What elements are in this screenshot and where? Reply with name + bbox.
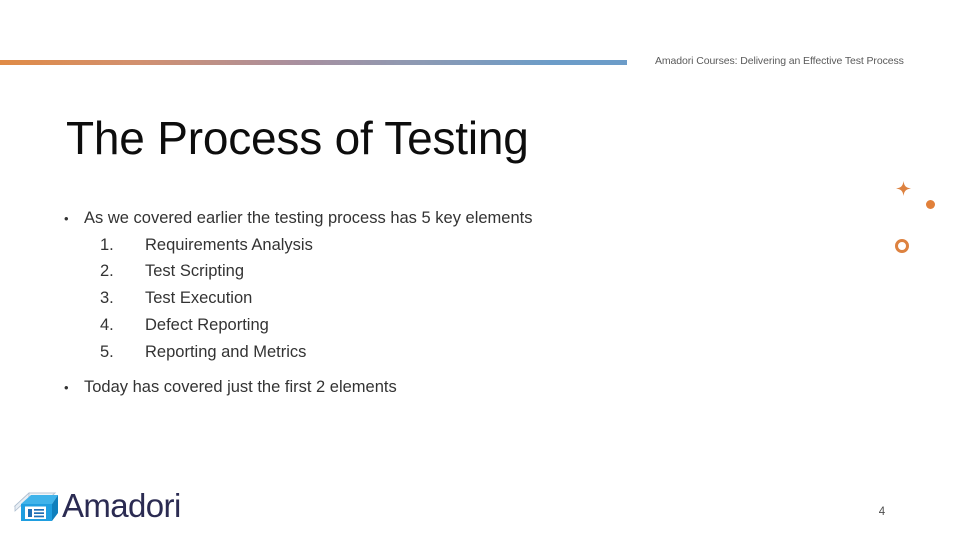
page-title: The Process of Testing bbox=[66, 112, 529, 164]
bullet-item-secondary: • Today has covered just the first 2 ele… bbox=[58, 374, 698, 401]
list-item-label: Reporting and Metrics bbox=[145, 342, 307, 361]
bullet-item-label: Today has covered just the first 2 eleme… bbox=[84, 378, 397, 397]
slide-canvas: Amadori Courses: Delivering an Effective… bbox=[0, 0, 960, 540]
bullet-item-primary: • As we covered earlier the testing proc… bbox=[58, 205, 698, 232]
list-item-marker: 4. bbox=[100, 315, 114, 334]
list-item-label: Test Execution bbox=[145, 289, 253, 308]
list-item: 4. Defect Reporting bbox=[58, 312, 698, 339]
brand-logo: Amadori bbox=[12, 484, 181, 526]
list-item: 2. Test Scripting bbox=[58, 258, 698, 285]
book-logo-icon bbox=[12, 484, 58, 526]
list-item-label: Requirements Analysis bbox=[145, 235, 313, 254]
list-item: 1. Requirements Analysis bbox=[58, 232, 698, 259]
list-item: 3. Test Execution bbox=[58, 285, 698, 312]
list-item: 5. Reporting and Metrics bbox=[58, 339, 698, 366]
filled-circle-icon bbox=[926, 200, 935, 209]
header-course-label: Amadori Courses: Delivering an Effective… bbox=[655, 55, 904, 67]
list-item-label: Test Scripting bbox=[145, 262, 245, 281]
list-item-marker: 2. bbox=[100, 262, 114, 281]
four-point-star-icon bbox=[896, 181, 911, 196]
brand-logo-text: Amadori bbox=[62, 486, 181, 524]
list-item-marker: 1. bbox=[100, 235, 114, 254]
list-item-marker: 3. bbox=[100, 289, 114, 308]
bullet-item-label: As we covered earlier the testing proces… bbox=[84, 209, 533, 227]
bullet-marker-icon: • bbox=[64, 211, 69, 226]
list-item-marker: 5. bbox=[100, 342, 114, 361]
bullet-marker-icon: • bbox=[64, 380, 69, 396]
ring-circle-icon bbox=[895, 239, 909, 253]
slide-body: • As we covered earlier the testing proc… bbox=[58, 205, 698, 401]
list-item-label: Defect Reporting bbox=[145, 315, 269, 334]
header-accent-rule bbox=[0, 60, 627, 65]
page-number: 4 bbox=[878, 506, 886, 518]
